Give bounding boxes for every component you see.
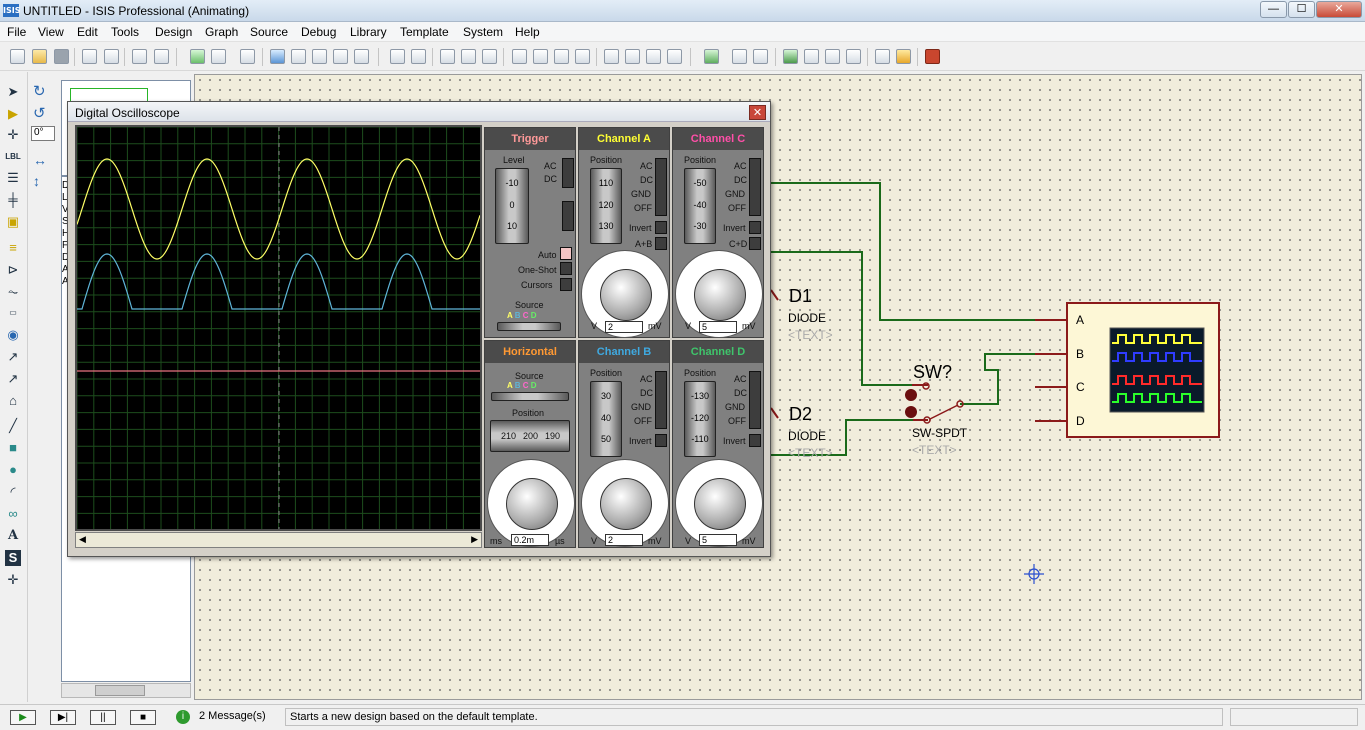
switch-ref[interactable]: SW? [913, 362, 952, 383]
channel-a-invert-button[interactable] [655, 221, 667, 234]
channel-b-volts-value: 2 [605, 534, 643, 546]
channel-d-header: Channel D [673, 341, 763, 363]
channel-a-ac: AC [640, 161, 653, 171]
channel-b-coupling-switch[interactable] [655, 371, 667, 429]
d1-text: <TEXT> [788, 328, 833, 342]
channel-d-invert-button[interactable] [749, 434, 761, 447]
channel-b-header: Channel B [579, 341, 669, 363]
scope-screen [75, 125, 482, 531]
step-button[interactable]: ▶| [50, 710, 76, 725]
trigger-edge-switch[interactable] [562, 201, 574, 231]
channel-d-panel: Channel D Position -130 -120 -110 AC DC … [672, 340, 764, 548]
channel-c-position-label: Position [684, 155, 717, 165]
horizontal-panel: Horizontal Source A B C D Position 210 2… [484, 340, 576, 548]
trigger-source-label: Source [515, 300, 544, 310]
channel-c-volts-value: 5 [699, 321, 737, 333]
horizontal-header: Horizontal [485, 341, 575, 363]
message-count[interactable]: 2 Message(s) [199, 710, 266, 722]
channel-a-position-label: Position [590, 155, 623, 165]
switch-text: <TEXT> [912, 443, 957, 457]
channel-a-volts-value: 2 [605, 321, 643, 333]
switch-type: SW-SPDT [912, 426, 968, 440]
channel-d-volts-value: 5 [699, 534, 737, 546]
one-shot-button[interactable] [560, 262, 572, 275]
a-plus-b-label: A+B [635, 239, 653, 249]
trigger-coupling-switch[interactable] [562, 158, 574, 188]
play-button[interactable]: ▶ [10, 710, 36, 725]
channel-a-off: OFF [634, 203, 652, 213]
channel-c-panel: Channel C Position -50 -40 -30 AC DC GND… [672, 127, 764, 338]
auto-button[interactable] [560, 247, 572, 260]
scope-pin-d: D [1076, 414, 1085, 428]
oscilloscope-close-button[interactable]: ✕ [749, 105, 766, 120]
info-icon[interactable]: i [176, 710, 190, 724]
horizontal-source-slider[interactable] [491, 392, 569, 401]
cursors-label: Cursors [521, 280, 553, 290]
oscilloscope-title: Digital Oscilloscope [75, 106, 180, 120]
channel-a-dc: DC [640, 175, 653, 185]
channel-c-coupling-switch[interactable] [749, 158, 761, 216]
scope-traces [76, 126, 481, 529]
channel-c-header: Channel C [673, 128, 763, 150]
channel-b-invert-button[interactable] [655, 434, 667, 447]
horizontal-position-slider[interactable]: 210 200 190 [490, 420, 570, 452]
channel-a-panel: Channel A Position 110 120 130 AC DC GND… [578, 127, 670, 338]
cursors-button[interactable] [560, 278, 572, 291]
d2-ref[interactable]: D2 [789, 404, 812, 425]
trigger-panel: Trigger Level -10 0 10 AC DC Auto One-Sh… [484, 127, 576, 338]
a-plus-b-button[interactable] [655, 237, 667, 250]
c-plus-d-button[interactable] [749, 237, 761, 250]
channel-a-coupling-switch[interactable] [655, 158, 667, 216]
timebase-value: 0.2m [511, 534, 549, 546]
channel-b-panel: Channel B Position 30 40 50 AC DC GND OF… [578, 340, 670, 548]
d1-ref[interactable]: D1 [789, 286, 812, 307]
status-text: Starts a new design based on the default… [285, 708, 1223, 726]
channel-c-position-slider[interactable]: -50 -40 -30 [684, 168, 716, 244]
trigger-source-slider[interactable] [497, 322, 561, 331]
one-shot-label: One-Shot [518, 265, 557, 275]
d2-text: <TEXT> [788, 446, 833, 460]
channel-a-position-slider[interactable]: 110 120 130 [590, 168, 622, 244]
channel-d-position-slider[interactable]: -130 -120 -110 [684, 381, 716, 457]
status-bar: ▶ ▶| || ■ i 2 Message(s) Starts a new de… [0, 704, 1365, 730]
pause-button[interactable]: || [90, 710, 116, 725]
channel-b-position-slider[interactable]: 30 40 50 [590, 381, 622, 457]
channel-c-invert-button[interactable] [749, 221, 761, 234]
channel-a-gnd: GND [631, 189, 651, 199]
channel-a-header: Channel A [579, 128, 669, 150]
channel-d-coupling-switch[interactable] [749, 371, 761, 429]
channel-a-invert-label: Invert [629, 223, 652, 233]
scope-pin-b: B [1076, 347, 1085, 361]
oscilloscope-titlebar[interactable]: Digital Oscilloscope [68, 102, 770, 122]
scope-pin-c: C [1076, 380, 1085, 394]
d2-type: DIODE [788, 429, 827, 443]
trigger-ac-label: AC [544, 161, 557, 171]
coordinates-field [1230, 708, 1358, 726]
auto-label: Auto [538, 250, 557, 260]
trigger-header: Trigger [485, 128, 575, 150]
level-label: Level [503, 155, 525, 165]
d1-type: DIODE [788, 311, 827, 325]
scope-scrollbar[interactable]: ◀ ▶ [75, 532, 482, 548]
trigger-level-slider[interactable]: -10 0 10 [495, 168, 529, 244]
stop-button[interactable]: ■ [130, 710, 156, 725]
scope-pin-a: A [1076, 313, 1085, 327]
trigger-dc-label: DC [544, 174, 557, 184]
